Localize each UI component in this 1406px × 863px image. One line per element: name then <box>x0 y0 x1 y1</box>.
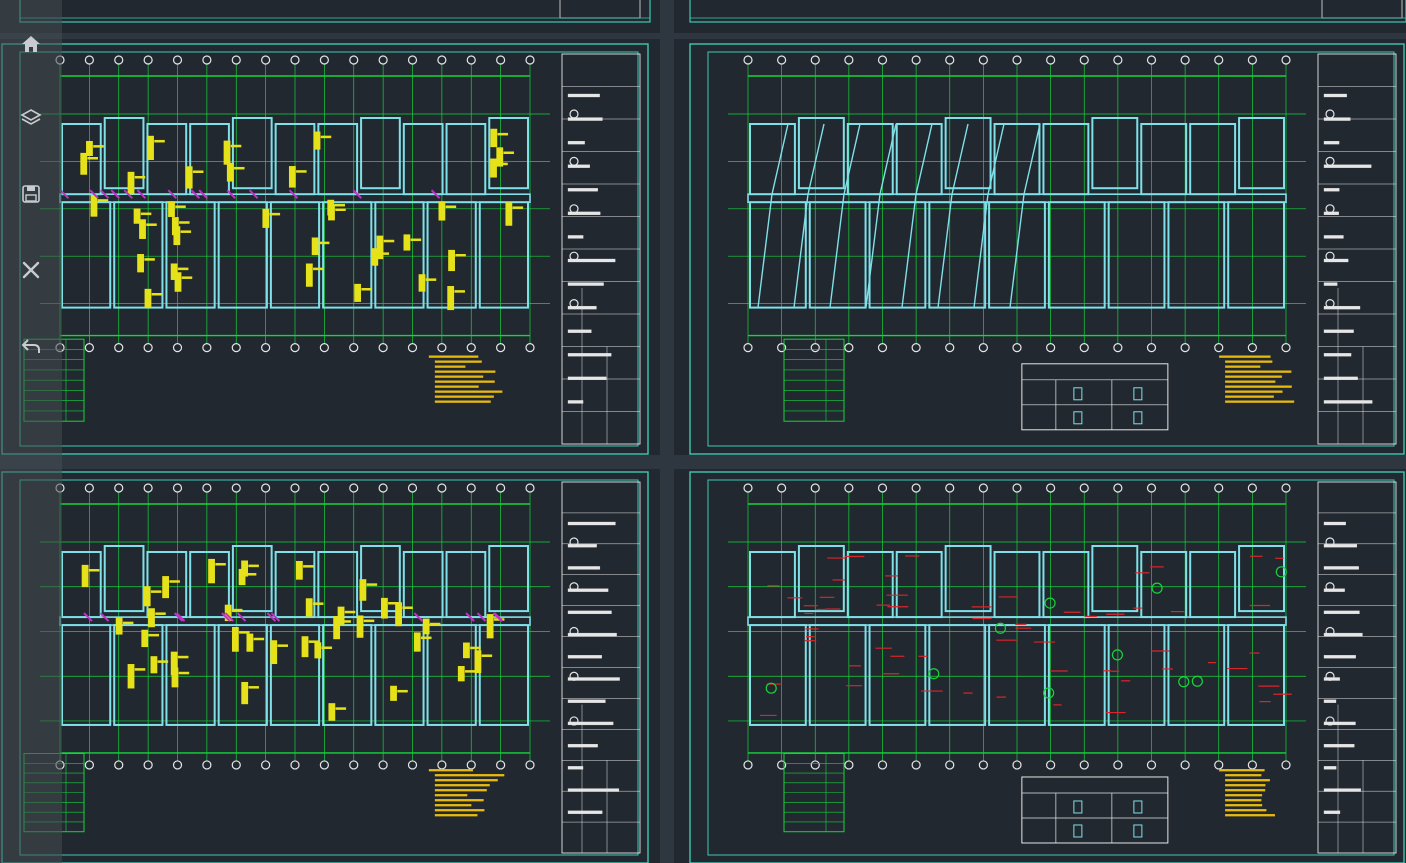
drawing-sheet-bottom-right <box>689 471 1405 863</box>
sidebar-item-undo[interactable] <box>0 316 62 382</box>
sidebar-item-home[interactable] <box>0 14 62 80</box>
drawing-sheet-top-left <box>1 43 649 455</box>
sidebar-item-save[interactable] <box>0 164 62 230</box>
tools-icon <box>22 261 40 279</box>
drawing-sheet-top-right <box>689 43 1405 455</box>
sidebar-item-tools[interactable] <box>0 240 62 306</box>
home-icon <box>22 36 40 52</box>
layers-icon <box>20 109 42 125</box>
save-icon <box>22 185 40 203</box>
drawing-sheet-bottom-left <box>1 471 649 863</box>
undo-icon <box>21 339 40 353</box>
sidebar-item-layers[interactable] <box>0 88 62 154</box>
left-toolbar <box>0 0 62 863</box>
cad-drawing-canvas[interactable] <box>0 0 1406 863</box>
